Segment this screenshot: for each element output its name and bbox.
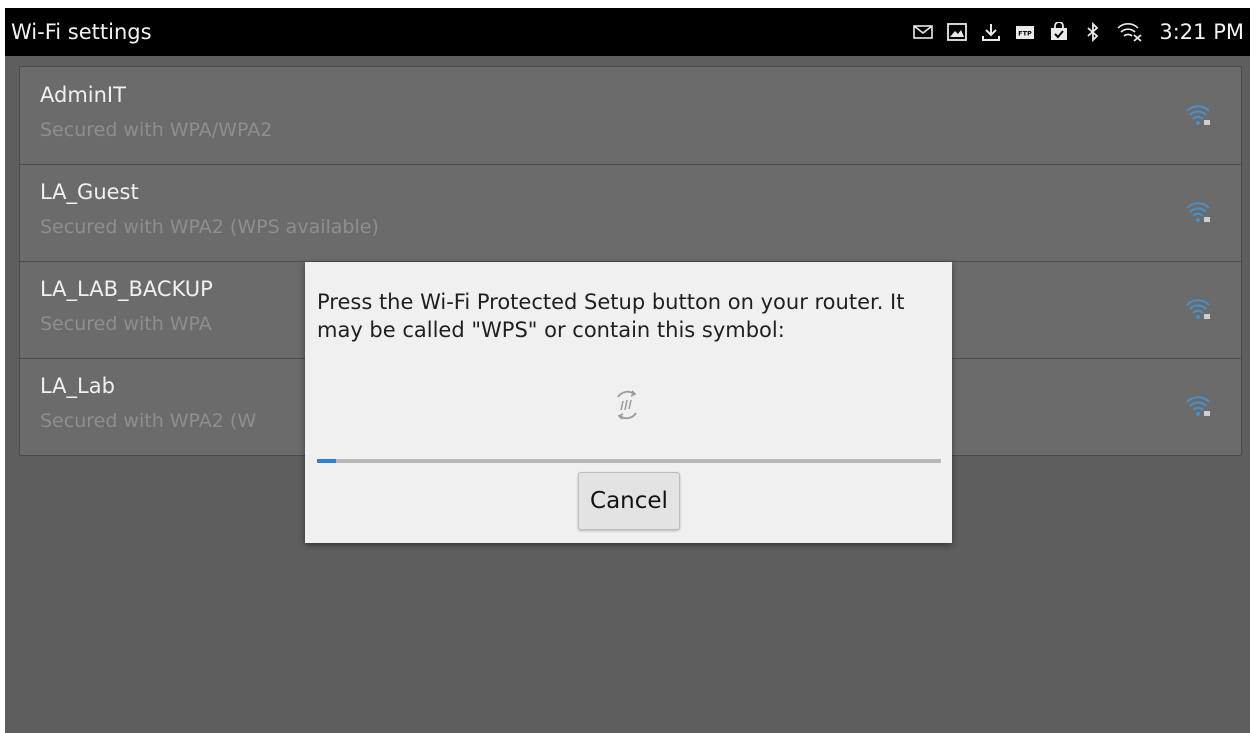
- wifi-signal-lock-icon: [1185, 200, 1213, 224]
- network-security: Secured with WPA/WPA2: [40, 119, 273, 141]
- network-ssid: LA_LAB_BACKUP: [40, 277, 213, 301]
- bluetooth-icon: [1083, 21, 1103, 43]
- wifi-signal-lock-icon: [1185, 103, 1213, 127]
- image-icon: [947, 22, 968, 42]
- device-screen: Wi-Fi settings FTP 3:21 PM AdminIT Secur…: [5, 8, 1250, 733]
- clock: 3:21 PM: [1159, 20, 1244, 44]
- wifi-signal-lock-icon: [1185, 297, 1213, 321]
- network-security: Secured with WPA: [40, 313, 212, 335]
- wifi-x-icon: [1117, 22, 1143, 42]
- network-item[interactable]: AdminIT Secured with WPA/WPA2: [20, 67, 1241, 165]
- wps-symbol-icon: [610, 388, 644, 422]
- wps-message: Press the Wi-Fi Protected Setup button o…: [317, 290, 905, 342]
- network-ssid: LA_Guest: [40, 180, 139, 204]
- network-item[interactable]: LA_Guest Secured with WPA2 (WPS availabl…: [20, 164, 1241, 262]
- svg-text:FTP: FTP: [1019, 30, 1033, 38]
- status-icons: FTP 3:21 PM: [913, 8, 1244, 56]
- wifi-signal-lock-icon: [1185, 394, 1213, 418]
- wps-progress-fill: [317, 459, 336, 463]
- network-ssid: LA_Lab: [40, 374, 115, 398]
- wps-progress-bar: [317, 459, 941, 463]
- mail-icon: [913, 22, 934, 42]
- bag-check-icon: [1049, 21, 1069, 42]
- network-ssid: AdminIT: [40, 83, 126, 107]
- cancel-button[interactable]: Cancel: [578, 472, 680, 530]
- screen-title: Wi-Fi settings: [11, 20, 152, 44]
- network-security: Secured with WPA2 (WPS available): [40, 216, 379, 238]
- wps-dialog: Press the Wi-Fi Protected Setup button o…: [305, 262, 952, 543]
- status-bar: Wi-Fi settings FTP 3:21 PM: [5, 8, 1250, 56]
- download-icon: [981, 22, 1001, 42]
- ftp-icon: FTP: [1015, 22, 1035, 42]
- network-security: Secured with WPA2 (W: [40, 410, 257, 432]
